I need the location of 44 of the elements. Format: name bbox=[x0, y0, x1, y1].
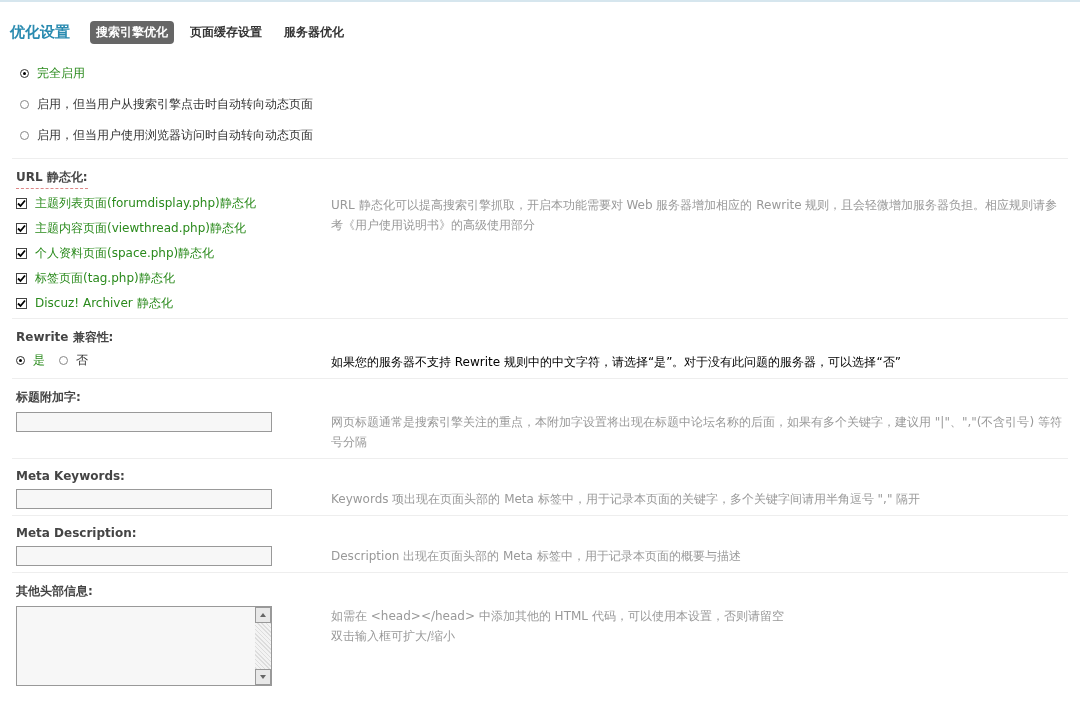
radio-label: 否 bbox=[76, 352, 88, 369]
tab[interactable]: 服务器优化 bbox=[278, 20, 350, 44]
tab[interactable]: 搜索引擎优化 bbox=[90, 20, 174, 44]
input-field[interactable] bbox=[16, 489, 272, 509]
input-field[interactable] bbox=[16, 546, 272, 566]
radio-button[interactable] bbox=[20, 131, 29, 140]
tab[interactable]: 页面缓存设置 bbox=[184, 20, 268, 44]
section-title: 其他头部信息: bbox=[16, 583, 93, 600]
help-text: Keywords 项出现在页面头部的 Meta 标签中，用于记录本页面的关键字，多个关键字间请用半角逗号 "," 隔开 bbox=[331, 491, 922, 508]
checkbox[interactable] bbox=[16, 198, 27, 209]
checkbox-label: 主题列表页面(forumdisplay.php)静态化 bbox=[35, 195, 256, 212]
textarea-field[interactable] bbox=[16, 606, 272, 686]
help-text: 网页标题通常是搜索引擎关注的重点，本附加字设置将出现在标题中论坛名称的后面，如果有多个关键字，建议用 "|"、","(不含引号) 等符号分隔 bbox=[331, 414, 1063, 451]
section-title: Meta Description: bbox=[16, 526, 137, 540]
checkbox-label: Discuz! Archiver 静态化 bbox=[35, 295, 173, 312]
help-text: URL 静态化可以提高搜索引擎抓取，开启本功能需要对 Web 服务器增加相应的 Rewrite 规则，且会轻微增加服务器负担。相应规则请参考《用户使用说明书》的高级使用部分 bbox=[331, 197, 1059, 234]
checkbox[interactable] bbox=[16, 298, 27, 309]
radio-button[interactable] bbox=[20, 69, 29, 78]
radio-label: 启用，但当用户从搜索引擎点击时自动转向动态页面 bbox=[37, 96, 313, 113]
checkbox-label: 个人资料页面(space.php)静态化 bbox=[35, 245, 215, 262]
radio-button[interactable] bbox=[20, 100, 29, 109]
scroll-down-icon[interactable] bbox=[255, 669, 271, 685]
section-title: Rewrite 兼容性: bbox=[16, 329, 114, 346]
checkbox[interactable] bbox=[16, 273, 27, 284]
radio-button[interactable] bbox=[16, 356, 25, 365]
help-text: 双击输入框可扩大/缩小 bbox=[331, 628, 457, 645]
section-title: Meta Keywords: bbox=[16, 469, 125, 483]
help-text: 如需在 <head></head> 中添加其他的 HTML 代码，可以使用本设置，否则请留空 bbox=[331, 608, 785, 625]
radio-label: 是 bbox=[33, 352, 45, 369]
radio-label: 完全启用 bbox=[37, 65, 85, 82]
scrollbar[interactable] bbox=[255, 607, 271, 685]
page-title: 优化设置 bbox=[10, 22, 70, 42]
radio-button[interactable] bbox=[59, 356, 68, 365]
input-field[interactable] bbox=[16, 412, 272, 432]
help-text: Description 出现在页面头部的 Meta 标签中，用于记录本页面的概要与描述 bbox=[331, 548, 742, 565]
checkbox[interactable] bbox=[16, 248, 27, 259]
checkbox-label: 主题内容页面(viewthread.php)静态化 bbox=[35, 220, 246, 237]
scroll-up-icon[interactable] bbox=[255, 607, 271, 623]
section-title: 标题附加字: bbox=[16, 389, 81, 406]
checkbox[interactable] bbox=[16, 223, 27, 234]
checkbox-label: 标签页面(tag.php)静态化 bbox=[35, 270, 175, 287]
radio-label: 启用，但当用户使用浏览器访问时自动转向动态页面 bbox=[37, 127, 313, 144]
help-text: 如果您的服务器不支持 Rewrite 规则中的中文字符，请选择“是”。对于没有此问题的服务器，可以选择“否” bbox=[331, 354, 902, 371]
section-title: URL 静态化: bbox=[16, 169, 88, 189]
